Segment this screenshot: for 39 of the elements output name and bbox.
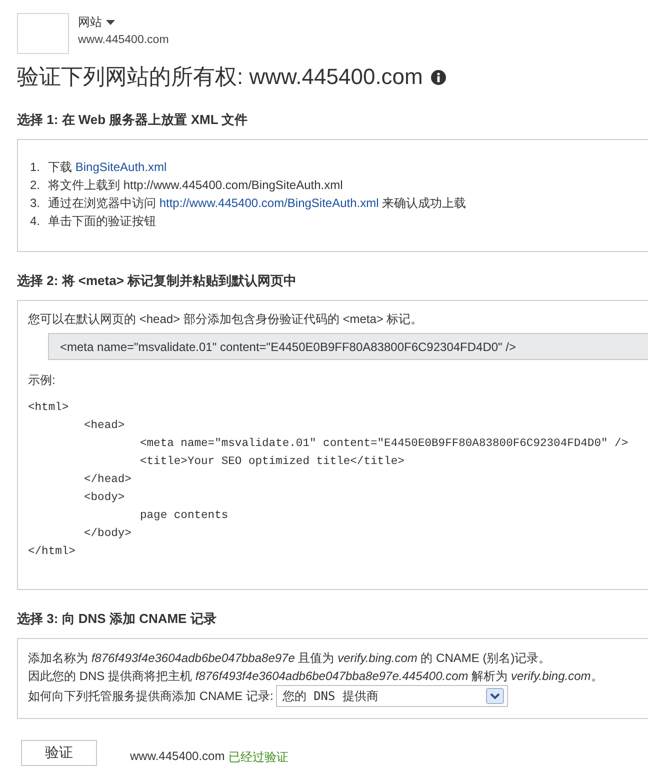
step-number: 4. [30,213,42,230]
page-title: 验证下列网站的所有权: www.445400.com [17,63,423,91]
instruction-text: 添加名称为 f876f493f4e3604adb6be047bba8e97e 且值为 verify.bing.com 的 CNAME (别名)记录。 [28,650,552,667]
code-line: </body> [84,526,132,542]
file-link[interactable]: BingSiteAuth.xml [75,160,167,174]
site-menu[interactable]: 网站 [78,13,115,31]
section-heading: 选择 2: 将 <meta> 标记复制并粘贴到默认网页中 [17,272,298,290]
site-url: www.445400.com [78,33,169,48]
dns-provider-select[interactable]: 您的 DNS 提供商 [276,685,508,707]
step-number: 1. [30,159,42,176]
section-heading: 选择 1: 在 Web 服务器上放置 XML 文件 [17,111,249,129]
step-text: 下载 BingSiteAuth.xml [48,159,167,176]
code-line: <head> [84,418,125,434]
chevron-down-icon [486,688,504,704]
verification-status: 已经过验证 [228,748,289,766]
code-line: <title>Your SEO optimized title</title> [140,454,404,470]
code-line: page contents [140,509,228,524]
meta-tag-code: <meta name="msvalidate.01" content="E4450E0B9FF80A83800F6C92304FD4D0" /> [48,333,648,360]
code-line: <body> [84,490,125,506]
example-label: 示例: [28,372,56,389]
step-text: 单击下面的验证按钮 [48,213,156,230]
code-line: </head> [84,472,132,488]
instruction-text: 您可以在默认网页的 <head> 部分添加包含身份验证代码的 <meta> 标记。 [28,311,424,328]
caret-icon [106,20,115,24]
code-line: <html> [28,400,69,416]
provider-label: 如何向下列托管服务提供商添加 CNAME 记录: [28,688,274,704]
step-text: 通过在浏览器中访问 http://www.445400.com/BingSiteAuth.xml 来确认成功上载 [48,195,466,212]
step-number: 3. [30,195,42,212]
verify-button[interactable]: 验证 [21,740,97,766]
code-line: <meta name="msvalidate.01" content="E4450E0B9FF80A83800F6C92304FD4D0" /> [140,436,628,452]
info-icon[interactable] [430,70,446,84]
step-text: 将文件上载到 http://www.445400.com/BingSiteAuth.xml [48,177,343,194]
step-number: 2. [30,177,42,194]
site-thumbnail [17,13,69,54]
section-heading: 选择 3: 向 DNS 添加 CNAME 记录 [17,610,218,628]
file-link[interactable]: http://www.445400.com/BingSiteAuth.xml [159,196,379,210]
code-line: </html> [28,544,76,560]
verified-site: www.445400.com [130,748,225,764]
instruction-text: 因此您的 DNS 提供商将把主机 f876f493f4e3604adb6be047bba8e97e.445400.com 解析为 verify.bing.com。 [28,668,604,685]
